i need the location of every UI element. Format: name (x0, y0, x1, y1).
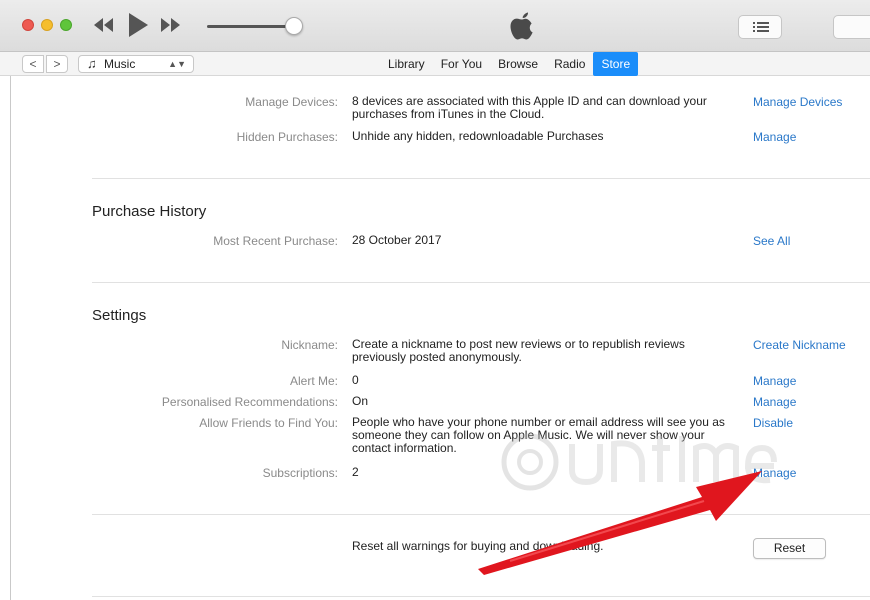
section-divider (92, 282, 870, 283)
annotation-arrow (478, 471, 762, 575)
title-bar (0, 0, 870, 52)
search-input[interactable] (833, 15, 870, 39)
subscriptions-label: Subscriptions: (262, 466, 338, 480)
section-divider (92, 178, 870, 179)
section-divider (92, 596, 870, 597)
manage-devices-value: 8 devices are associated with this Apple… (352, 94, 707, 121)
alert-me-value: 0 (352, 373, 359, 387)
media-type-label: Music (104, 57, 136, 71)
see-all-link[interactable]: See All (753, 234, 790, 248)
nickname-value: Create a nickname to post new reviews or… (352, 337, 685, 364)
media-type-select[interactable]: ♫ Music ▲▼ (78, 55, 194, 73)
music-note-icon: ♫ (87, 56, 97, 71)
nickname-label: Nickname: (281, 338, 338, 352)
hidden-purchases-label: Hidden Purchases: (236, 130, 338, 144)
allow-friends-label: Allow Friends to Find You: (199, 416, 338, 430)
close-window-button[interactable] (22, 19, 34, 31)
hidden-purchases-manage-link[interactable]: Manage (753, 130, 796, 144)
tab-store[interactable]: Store (593, 52, 639, 76)
alert-me-manage-link[interactable]: Manage (753, 374, 796, 388)
most-recent-purchase-label: Most Recent Purchase: (213, 234, 338, 248)
tab-for-you[interactable]: For You (433, 52, 490, 76)
manage-devices-link[interactable]: Manage Devices (753, 95, 842, 109)
forward-button[interactable]: > (46, 55, 68, 73)
purchase-history-title: Purchase History (92, 203, 207, 220)
up-next-list-button[interactable] (738, 15, 782, 39)
fast-forward-icon[interactable] (158, 13, 182, 37)
tab-bar: Library For You Browse Radio Store (380, 52, 639, 76)
back-button[interactable]: < (22, 55, 44, 73)
up-down-icon: ▲▼ (168, 59, 186, 69)
rewind-icon[interactable] (92, 13, 116, 37)
personalised-recommendations-manage-link[interactable]: Manage (753, 395, 796, 409)
create-nickname-link[interactable]: Create Nickname (753, 338, 846, 352)
minimize-window-button[interactable] (41, 19, 53, 31)
zoom-window-button[interactable] (60, 19, 72, 31)
volume-slider-track[interactable] (207, 25, 297, 28)
settings-title: Settings (92, 307, 147, 324)
personalised-recommendations-label: Personalised Recommendations: (161, 395, 338, 409)
personalised-recommendations-value: On (352, 394, 369, 408)
navigation-bar: < > ♫ Music ▲▼ Library For You Browse Ra… (0, 52, 870, 76)
tab-browse[interactable]: Browse (490, 52, 546, 76)
volume-slider-knob[interactable] (285, 17, 303, 35)
play-icon[interactable] (124, 10, 150, 40)
most-recent-purchase-value: 28 October 2017 (352, 233, 442, 247)
tab-library[interactable]: Library (380, 52, 433, 76)
manage-devices-label: Manage Devices: (245, 95, 338, 109)
apple-logo-icon (510, 12, 533, 40)
list-icon (753, 22, 769, 32)
tab-radio[interactable]: Radio (546, 52, 593, 76)
hidden-purchases-value: Unhide any hidden, redownloadable Purcha… (352, 129, 604, 143)
alert-me-label: Alert Me: (289, 374, 338, 388)
